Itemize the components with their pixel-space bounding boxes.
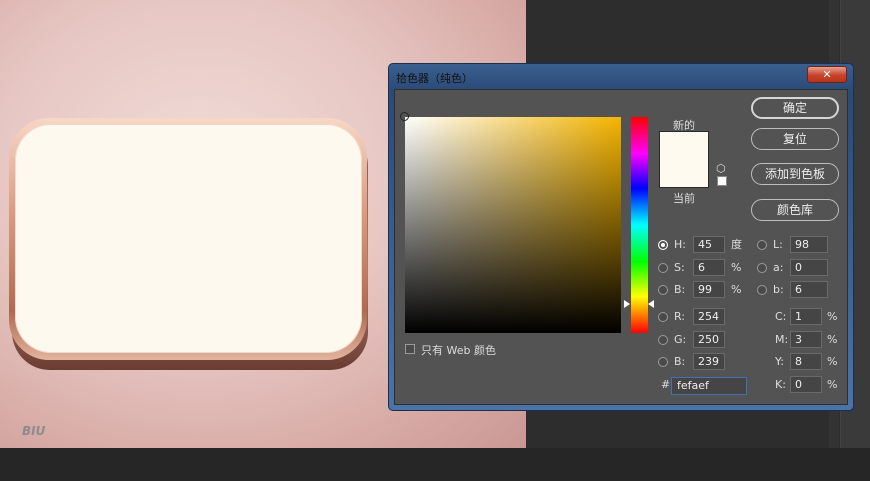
magenta-unit: % bbox=[827, 333, 838, 346]
hue-slider-left-arrow-icon[interactable] bbox=[624, 300, 630, 308]
lab-a-input[interactable]: 0 bbox=[790, 259, 828, 276]
black-row: K: 0 % bbox=[775, 376, 845, 394]
yellow-unit: % bbox=[827, 355, 838, 368]
saturation-unit: % bbox=[731, 261, 742, 274]
black-input[interactable]: 0 bbox=[790, 376, 822, 393]
hex-label: # bbox=[661, 378, 671, 391]
lab-l-input[interactable]: 98 bbox=[790, 236, 828, 253]
blue-radio[interactable] bbox=[658, 357, 668, 367]
card-face-layer bbox=[15, 124, 362, 353]
hex-input[interactable]: fefaef bbox=[671, 377, 747, 395]
web-colors-only-label: 只有 Web 颜色 bbox=[421, 344, 496, 357]
blue-input[interactable]: 239 bbox=[693, 353, 725, 370]
cyan-row: C: 1 % bbox=[775, 308, 845, 326]
red-input[interactable]: 254 bbox=[693, 308, 725, 325]
hue-slider-right-arrow-icon[interactable] bbox=[648, 300, 654, 308]
lab-b-input[interactable]: 6 bbox=[790, 281, 828, 298]
blue-row: B: 239 bbox=[658, 353, 738, 371]
hue-slider[interactable] bbox=[631, 117, 648, 333]
brightness-unit: % bbox=[731, 283, 742, 296]
black-label: K: bbox=[775, 378, 786, 391]
blue-label: B: bbox=[674, 355, 686, 368]
cube-icon[interactable]: ⬡ bbox=[716, 163, 727, 174]
green-label: G: bbox=[674, 333, 687, 346]
new-color-swatch bbox=[659, 131, 709, 188]
lab-l-label: L: bbox=[773, 238, 783, 251]
cyan-label: C: bbox=[775, 310, 787, 323]
saturation-label: S: bbox=[674, 261, 685, 274]
red-label: R: bbox=[674, 310, 686, 323]
cyan-input[interactable]: 1 bbox=[790, 308, 822, 325]
lab-b-label: b: bbox=[773, 283, 784, 296]
lab-l-radio[interactable] bbox=[757, 240, 767, 250]
web-colors-only-checkbox[interactable] bbox=[405, 344, 415, 354]
status-bar bbox=[0, 448, 870, 481]
lab-a-label: a: bbox=[773, 261, 784, 274]
photoshop-window: BIU 拾色器（纯色） ✕ 新的 当前 ⬡ 确定 复位 添加到色板 颜色库 H:… bbox=[0, 0, 870, 481]
close-icon: ✕ bbox=[822, 68, 832, 81]
green-input[interactable]: 250 bbox=[693, 331, 725, 348]
lab-b-row: b: 6 bbox=[757, 281, 837, 299]
add-to-swatches-button[interactable]: 添加到色板 bbox=[751, 163, 839, 185]
brightness-input[interactable]: 99 bbox=[693, 281, 725, 298]
current-color-label: 当前 bbox=[673, 192, 695, 205]
brightness-row: B: 99 % bbox=[658, 281, 748, 299]
black-unit: % bbox=[827, 378, 838, 391]
saturation-brightness-field[interactable] bbox=[400, 112, 621, 333]
saturation-input[interactable]: 6 bbox=[693, 259, 725, 276]
lab-a-row: a: 0 bbox=[757, 259, 837, 277]
color-libraries-button[interactable]: 颜色库 bbox=[751, 199, 839, 221]
red-row: R: 254 bbox=[658, 308, 738, 326]
watermark-logo: BIU bbox=[22, 424, 46, 438]
hue-label: H: bbox=[674, 238, 686, 251]
dialog-title: 拾色器（纯色） bbox=[396, 72, 473, 85]
green-row: G: 250 bbox=[658, 331, 738, 349]
hue-radio[interactable] bbox=[658, 240, 668, 250]
magenta-label: M: bbox=[775, 333, 789, 346]
color-picker-dialog: 拾色器（纯色） ✕ 新的 当前 ⬡ 确定 复位 添加到色板 颜色库 H: 45 … bbox=[388, 63, 854, 411]
hue-unit: 度 bbox=[731, 238, 742, 251]
yellow-row: Y: 8 % bbox=[775, 353, 845, 371]
dialog-body: 新的 当前 ⬡ 确定 复位 添加到色板 颜色库 H: 45 度 S: 6 % B… bbox=[394, 89, 848, 405]
lab-b-radio[interactable] bbox=[757, 285, 767, 295]
saturation-row: S: 6 % bbox=[658, 259, 748, 277]
lab-l-row: L: 98 bbox=[757, 236, 837, 254]
reset-button[interactable]: 复位 bbox=[751, 128, 839, 150]
yellow-input[interactable]: 8 bbox=[790, 353, 822, 370]
cyan-unit: % bbox=[827, 310, 838, 323]
hue-row: H: 45 度 bbox=[658, 236, 748, 254]
hue-input[interactable]: 45 bbox=[693, 236, 725, 253]
brightness-radio[interactable] bbox=[658, 285, 668, 295]
ok-button[interactable]: 确定 bbox=[751, 97, 839, 119]
red-radio[interactable] bbox=[658, 312, 668, 322]
magenta-input[interactable]: 3 bbox=[790, 331, 822, 348]
brightness-label: B: bbox=[674, 283, 686, 296]
color-cursor-icon[interactable] bbox=[400, 112, 409, 121]
green-radio[interactable] bbox=[658, 335, 668, 345]
web-safe-swatch[interactable] bbox=[717, 176, 727, 186]
lab-a-radio[interactable] bbox=[757, 263, 767, 273]
yellow-label: Y: bbox=[775, 355, 784, 368]
saturation-radio[interactable] bbox=[658, 263, 668, 273]
close-button[interactable]: ✕ bbox=[807, 66, 847, 83]
dialog-titlebar[interactable]: 拾色器（纯色） ✕ bbox=[389, 64, 853, 90]
magenta-row: M: 3 % bbox=[775, 331, 845, 349]
